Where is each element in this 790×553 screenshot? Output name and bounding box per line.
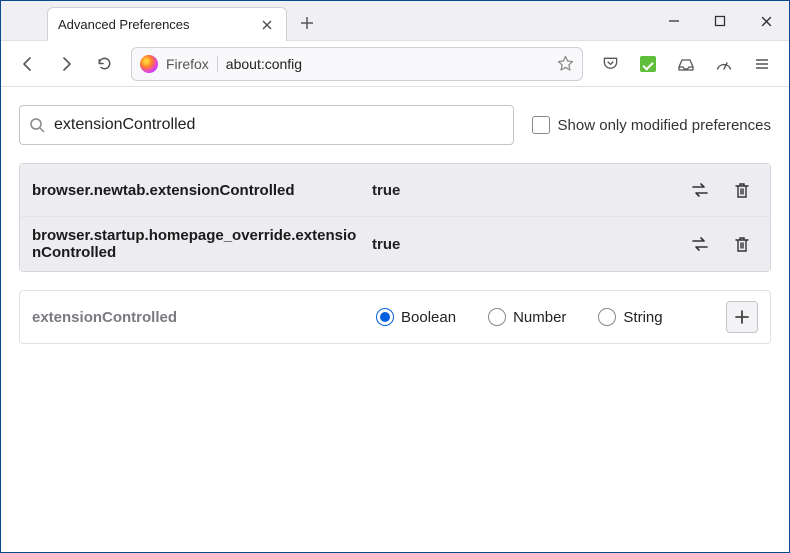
browser-tab[interactable]: Advanced Preferences — [47, 7, 287, 41]
firefox-icon — [140, 55, 158, 73]
toggle-button[interactable] — [684, 174, 716, 206]
tab-title: Advanced Preferences — [58, 17, 258, 32]
maximize-button[interactable] — [697, 1, 743, 41]
back-button[interactable] — [11, 47, 45, 81]
type-string[interactable]: String — [598, 308, 662, 326]
pocket-icon[interactable] — [593, 47, 627, 81]
preference-list: browser.newtab.extensionControlled true … — [19, 163, 771, 272]
toggle-button[interactable] — [684, 228, 716, 260]
delete-button[interactable] — [726, 174, 758, 206]
close-tab-icon[interactable] — [258, 16, 276, 34]
search-icon — [29, 117, 45, 133]
search-wrap — [19, 105, 514, 145]
bookmark-star-icon[interactable] — [557, 55, 574, 72]
delete-button[interactable] — [726, 228, 758, 260]
reload-button[interactable] — [87, 47, 121, 81]
preference-value: true — [372, 236, 674, 253]
nav-toolbar: Firefox about:config — [1, 41, 789, 87]
radio-icon — [488, 308, 506, 326]
tab-bar: Advanced Preferences — [1, 1, 789, 41]
url-text: about:config — [226, 56, 549, 72]
browser-window: Advanced Preferences — [0, 0, 790, 553]
minimize-button[interactable] — [651, 1, 697, 41]
window-controls — [651, 1, 789, 41]
search-input[interactable] — [19, 105, 514, 145]
new-preference-name: extensionControlled — [32, 309, 362, 326]
new-tab-button[interactable] — [293, 9, 321, 37]
app-menu-button[interactable] — [745, 47, 779, 81]
identity-label: Firefox — [166, 56, 218, 72]
preference-value: true — [372, 182, 674, 199]
gauge-icon[interactable] — [707, 47, 741, 81]
forward-button[interactable] — [49, 47, 83, 81]
inbox-icon[interactable] — [669, 47, 703, 81]
radio-label: Number — [513, 309, 566, 326]
close-window-button[interactable] — [743, 1, 789, 41]
url-bar[interactable]: Firefox about:config — [131, 47, 583, 81]
show-modified-toggle[interactable]: Show only modified preferences — [532, 116, 771, 134]
radio-icon — [598, 308, 616, 326]
type-number[interactable]: Number — [488, 308, 566, 326]
about-config-content: Show only modified preferences browser.n… — [1, 87, 789, 552]
radio-label: String — [623, 309, 662, 326]
preference-name: browser.newtab.extensionControlled — [32, 182, 362, 199]
preference-row[interactable]: browser.startup.homepage_override.extens… — [20, 217, 770, 271]
checkbox-icon — [532, 116, 550, 134]
add-button[interactable] — [726, 301, 758, 333]
add-preference-row: extensionControlled Boolean Number Strin… — [19, 290, 771, 344]
type-radio-group: Boolean Number String — [376, 308, 712, 326]
type-boolean[interactable]: Boolean — [376, 308, 456, 326]
preference-name: browser.startup.homepage_override.extens… — [32, 227, 362, 261]
search-row: Show only modified preferences — [19, 105, 771, 145]
show-modified-label: Show only modified preferences — [558, 117, 771, 134]
preference-row[interactable]: browser.newtab.extensionControlled true — [20, 164, 770, 217]
extension-icon[interactable] — [631, 47, 665, 81]
radio-icon — [376, 308, 394, 326]
radio-label: Boolean — [401, 309, 456, 326]
